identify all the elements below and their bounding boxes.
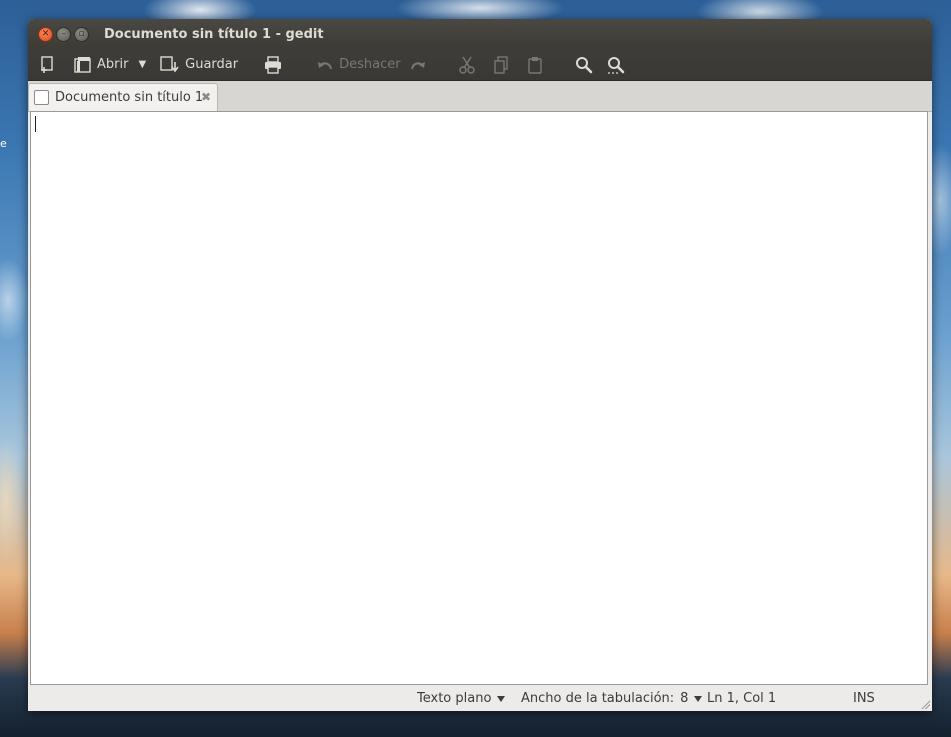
insert-mode: INS [853, 691, 875, 706]
copy-button[interactable] [489, 52, 513, 78]
language-label: Texto plano [417, 691, 492, 706]
window-title: Documento sin título 1 - gedit [104, 26, 324, 42]
search-replace-icon [607, 56, 624, 74]
toolbar: Abrir ▼ Guardar Deshacer [28, 49, 932, 81]
copy-icon [493, 55, 508, 74]
maximize-icon[interactable]: ▫ [74, 26, 89, 42]
open-icon [74, 56, 91, 73]
tab-document[interactable]: Documento sin título 1 ✖ [28, 83, 218, 111]
new-document-button[interactable] [36, 52, 60, 78]
chevron-down-icon [694, 695, 703, 702]
tab-width-value: 8 [680, 691, 689, 706]
tab-width-label: Ancho de la tabulación: [521, 691, 675, 706]
tab-close-icon[interactable]: ✖ [201, 91, 211, 103]
tab-bar: Documento sin título 1 ✖ [28, 81, 932, 112]
find-button[interactable] [571, 52, 597, 78]
text-editor[interactable] [30, 111, 928, 685]
redo-button[interactable] [405, 52, 431, 78]
cut-button[interactable] [455, 52, 479, 78]
text-caret [35, 116, 36, 132]
language-selector[interactable]: Texto plano [417, 691, 506, 706]
undo-label: Deshacer [339, 57, 401, 72]
minimize-icon[interactable]: – [56, 26, 71, 42]
title-bar[interactable]: ✕ – ▫ Documento sin título 1 - gedit [28, 19, 932, 49]
resize-grip[interactable] [921, 700, 930, 709]
open-button[interactable]: Abrir [70, 52, 132, 78]
paste-icon [527, 56, 542, 74]
save-button[interactable]: Guardar [156, 52, 242, 78]
open-label: Abrir [97, 57, 129, 72]
scissors-icon [458, 56, 475, 74]
chevron-down-icon: ▼ [138, 59, 147, 70]
status-bar: Texto plano Ancho de la tabulación: 8 Ln… [28, 686, 932, 711]
cursor-position: Ln 1, Col 1 [707, 691, 777, 706]
new-document-icon [41, 55, 53, 73]
paste-button[interactable] [523, 52, 547, 78]
tab-label: Documento sin título 1 [55, 90, 204, 105]
printer-icon [265, 55, 282, 74]
gedit-window: ✕ – ▫ Documento sin título 1 - gedit Abr… [28, 19, 932, 711]
document-icon [34, 90, 49, 105]
undo-button[interactable]: Deshacer [312, 52, 404, 78]
window-controls: ✕ – ▫ [38, 26, 104, 42]
undo-icon [318, 61, 333, 69]
open-recent-dropdown[interactable]: ▼ [132, 52, 150, 78]
close-icon[interactable]: ✕ [38, 26, 53, 42]
redo-icon [410, 61, 425, 69]
save-label: Guardar [185, 57, 239, 72]
search-icon [575, 56, 592, 73]
save-icon [160, 55, 179, 72]
print-button[interactable] [260, 52, 286, 78]
tab-width-selector[interactable]: Ancho de la tabulación: 8 [521, 691, 703, 706]
desktop-edge-text: e [0, 137, 7, 150]
chevron-down-icon [497, 695, 506, 702]
find-replace-button[interactable] [603, 52, 629, 78]
